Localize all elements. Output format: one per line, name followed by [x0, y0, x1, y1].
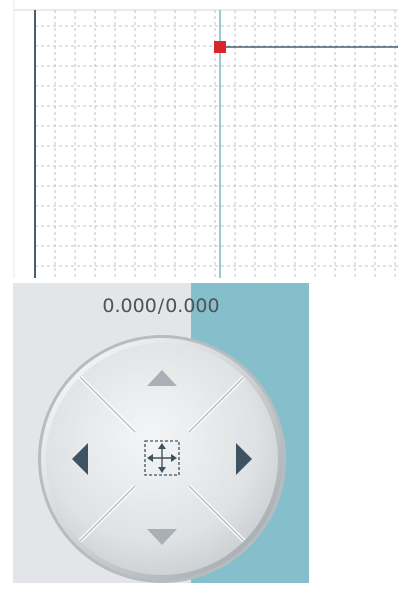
drawing-canvas[interactable] [0, 0, 398, 278]
dpad-svg [38, 335, 286, 583]
jog-dpad [35, 333, 289, 583]
canvas-svg[interactable] [0, 0, 398, 278]
jog-panel: 0.000/0.000 [13, 283, 309, 583]
canvas-gutter [0, 0, 14, 278]
coord-x-value: 0.000 [102, 295, 157, 317]
coordinate-readout: 0.000/0.000 [13, 295, 309, 317]
coord-separator: / [157, 295, 165, 317]
coord-y-value: 0.000 [165, 295, 220, 317]
jog-center-button[interactable] [137, 435, 187, 483]
position-marker[interactable] [214, 41, 226, 53]
app-root: 0.000/0.000 [0, 0, 398, 596]
